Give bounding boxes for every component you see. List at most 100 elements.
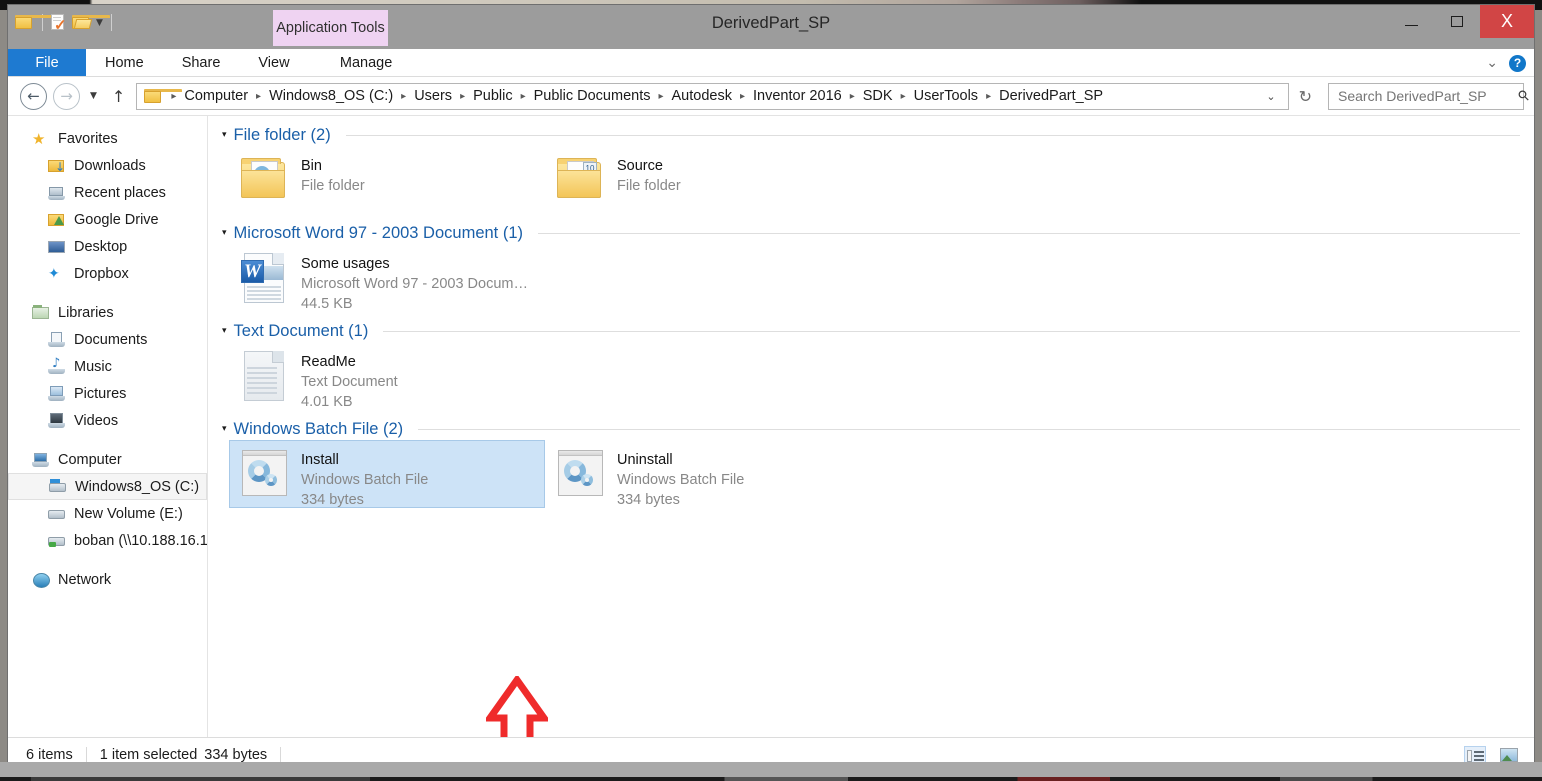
- breadcrumb-sep: ▸: [986, 90, 992, 102]
- sidebar-item-boban-network-drive[interactable]: boban (\\10.188.16.1: [8, 527, 207, 554]
- breadcrumb-sep: ▸: [171, 90, 177, 102]
- sidebar-item-computer[interactable]: Computer: [8, 446, 207, 473]
- breadcrumb-sep: ▸: [900, 90, 906, 102]
- collapse-triangle-icon[interactable]: ▾: [222, 228, 227, 238]
- file-type: Windows Batch File: [301, 472, 429, 488]
- sidebar-item-videos[interactable]: Videos: [8, 407, 207, 434]
- search-box[interactable]: ⚲: [1328, 82, 1533, 110]
- sidebar-item-documents[interactable]: Documents: [8, 326, 207, 353]
- breadcrumb-item-derivedpart-sp[interactable]: DerivedPart_SP: [996, 88, 1106, 104]
- collapse-triangle-icon[interactable]: ▾: [222, 326, 227, 336]
- local-disk-icon: [49, 478, 67, 495]
- group-rule: [538, 232, 1520, 234]
- view-mode-buttons: [1464, 745, 1520, 764]
- tab-home[interactable]: Home: [86, 49, 163, 76]
- sidebar-item-label: Libraries: [58, 304, 114, 321]
- breadcrumb-item-public-documents[interactable]: Public Documents: [531, 88, 654, 104]
- group-header-text-document[interactable]: ▾ Text Document (1): [216, 312, 1520, 342]
- breadcrumb-item-inventor-2016[interactable]: Inventor 2016: [750, 88, 845, 104]
- sidebar-item-recent-places[interactable]: Recent places: [8, 179, 207, 206]
- file-tile-some-usages[interactable]: W Some usages Microsoft Word 97 - 2003 D…: [229, 244, 545, 312]
- sidebar-item-desktop[interactable]: Desktop: [8, 233, 207, 260]
- sidebar-item-label: Windows8_OS (C:): [75, 478, 200, 495]
- file-size: 44.5 KB: [301, 296, 353, 312]
- sidebar-gap-2: [8, 434, 207, 446]
- search-input[interactable]: [1338, 88, 1519, 104]
- chevron-down-icon[interactable]: ⌄: [1486, 55, 1498, 71]
- breadcrumb-item-usertools[interactable]: UserTools: [911, 88, 981, 104]
- breadcrumb-bar[interactable]: ▸ Computer ▸ Windows8_OS (C:) ▸ Users ▸ …: [136, 82, 1289, 110]
- breadcrumb-item-sdk[interactable]: SDK: [860, 88, 896, 104]
- group-items-batch-file: Install Windows Batch File 334 bytes Uni…: [216, 440, 1534, 508]
- sidebar-item-libraries[interactable]: Libraries: [8, 299, 207, 326]
- tab-file[interactable]: File: [8, 49, 86, 76]
- recent-places-icon: [48, 185, 66, 201]
- tab-share[interactable]: Share: [163, 49, 240, 76]
- collapse-triangle-icon[interactable]: ▾: [222, 130, 227, 140]
- collapse-triangle-icon[interactable]: ▾: [222, 424, 227, 434]
- group-rule: [418, 428, 1520, 430]
- details-view-button[interactable]: [1464, 745, 1486, 764]
- sidebar-gap-1: [8, 287, 207, 299]
- group-rule: [345, 134, 1520, 136]
- network-icon: [32, 572, 50, 588]
- file-list-pane[interactable]: ▾ File folder (2) Bin File folder 10 Sou…: [208, 116, 1534, 737]
- sidebar-item-music[interactable]: ♪ Music: [8, 353, 207, 380]
- close-button[interactable]: X: [1480, 5, 1534, 38]
- breadcrumb-item-autodesk[interactable]: Autodesk: [669, 88, 735, 104]
- sidebar-item-downloads[interactable]: ↓ Downloads: [8, 152, 207, 179]
- maximize-button[interactable]: [1434, 5, 1480, 38]
- network-drive-icon: [48, 533, 66, 549]
- batch-file-icon: [555, 448, 605, 502]
- breadcrumb-sep: ▸: [849, 90, 855, 102]
- navigation-pane[interactable]: ★ Favorites ↓ Downloads Recent places Go…: [8, 116, 208, 737]
- sidebar-item-network[interactable]: Network: [8, 566, 207, 593]
- sidebar-item-label: Google Drive: [74, 211, 159, 228]
- tab-share-label: Share: [181, 54, 221, 71]
- downloads-folder-icon: ↓: [48, 158, 66, 174]
- breadcrumb-item-public[interactable]: Public: [470, 88, 516, 104]
- status-separator-1: [85, 747, 87, 762]
- file-tile-readme[interactable]: ReadMe Text Document 4.01 KB: [229, 342, 545, 410]
- file-size: 334 bytes: [301, 492, 364, 508]
- breadcrumb-item-windows8-os[interactable]: Windows8_OS (C:): [266, 88, 396, 104]
- explorer-body: ★ Favorites ↓ Downloads Recent places Go…: [8, 115, 1534, 737]
- file-tile-uninstall[interactable]: Uninstall Windows Batch File 334 bytes: [545, 440, 861, 508]
- file-tile-bin[interactable]: Bin File folder: [229, 146, 545, 214]
- group-header-word-document[interactable]: ▾ Microsoft Word 97 - 2003 Document (1): [216, 214, 1520, 244]
- file-explorer-window: ✓ ▼ Application Tools DerivedPart_SP X F…: [7, 4, 1535, 772]
- taskbar[interactable]: [0, 762, 1542, 781]
- breadcrumb-item-users[interactable]: Users: [411, 88, 455, 104]
- refresh-icon[interactable]: ↻: [1295, 87, 1316, 106]
- file-tile-source[interactable]: 10 Source File folder: [545, 146, 861, 214]
- sidebar-item-dropbox[interactable]: ✦ Dropbox: [8, 260, 207, 287]
- breadcrumb-folder-icon: [144, 88, 183, 104]
- forward-button[interactable]: →: [53, 82, 80, 110]
- breadcrumb-sep: ▸: [658, 90, 664, 102]
- sidebar-item-windows8-os[interactable]: Windows8_OS (C:): [8, 473, 207, 500]
- tab-view[interactable]: View: [239, 49, 308, 76]
- group-title: File folder (2): [233, 125, 331, 144]
- group-title: Windows Batch File (2): [233, 419, 404, 438]
- sidebar-item-label: Videos: [74, 412, 119, 429]
- help-icon[interactable]: ?: [1509, 54, 1526, 72]
- sidebar-item-google-drive[interactable]: Google Drive: [8, 206, 207, 233]
- breadcrumb-item-computer[interactable]: Computer: [181, 88, 251, 104]
- recent-locations-icon[interactable]: ▼: [86, 91, 101, 101]
- file-tile-text: Bin File folder: [301, 154, 365, 196]
- large-icons-view-button[interactable]: [1498, 746, 1520, 764]
- back-button[interactable]: ←: [20, 82, 47, 110]
- address-dropdown-icon[interactable]: ⌄: [1262, 90, 1283, 103]
- group-header-batch-file[interactable]: ▾ Windows Batch File (2): [216, 410, 1520, 440]
- sidebar-item-new-volume[interactable]: New Volume (E:): [8, 500, 207, 527]
- tab-manage[interactable]: Manage: [309, 49, 424, 76]
- sidebar-item-favorites[interactable]: ★ Favorites: [8, 125, 207, 152]
- file-tile-install[interactable]: Install Windows Batch File 334 bytes: [229, 440, 545, 508]
- sidebar-item-pictures[interactable]: Pictures: [8, 380, 207, 407]
- sidebar-item-label: Computer: [58, 451, 122, 468]
- group-items-word-document: W Some usages Microsoft Word 97 - 2003 D…: [216, 244, 1534, 312]
- up-button[interactable]: ↑: [107, 87, 130, 106]
- group-header-file-folder[interactable]: ▾ File folder (2): [216, 116, 1520, 146]
- window-controls: X: [1388, 5, 1534, 38]
- minimize-button[interactable]: [1388, 5, 1434, 38]
